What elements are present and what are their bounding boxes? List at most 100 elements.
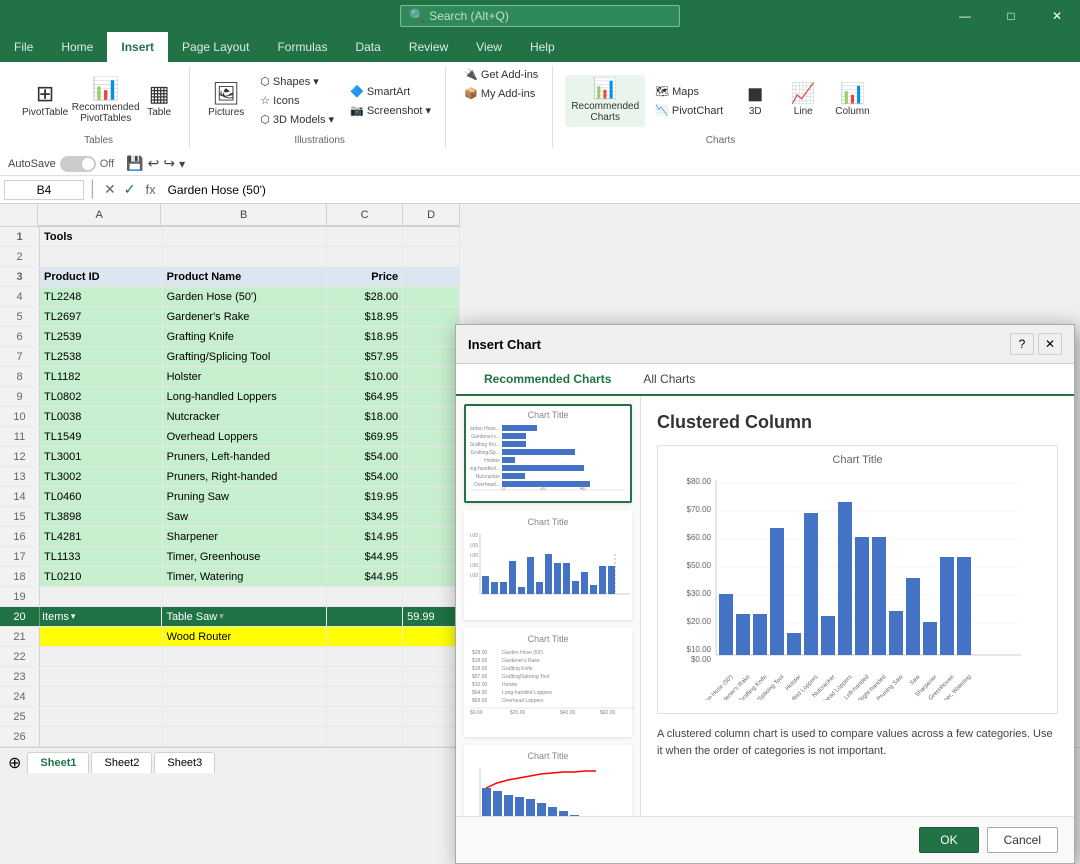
table-row[interactable]: 10TL0038Nutcracker$18.00 [0, 407, 460, 427]
dialog-help-button[interactable]: ? [1010, 333, 1034, 355]
grid-cell[interactable]: TL1549 [40, 427, 163, 446]
grid-cell[interactable]: TL0802 [40, 387, 163, 406]
get-addins-button[interactable]: 🔌 Get Add-ins [458, 66, 544, 83]
grid-cell[interactable]: Pruners, Left-handed [163, 447, 328, 466]
table-row[interactable]: 17TL1133Timer, Greenhouse$44.95 [0, 547, 460, 567]
grid-cell[interactable] [327, 227, 403, 246]
confirm-formula-icon[interactable]: ✓ [122, 181, 138, 198]
grid-cell[interactable] [163, 687, 328, 706]
grid-cell[interactable]: Sharpener [163, 527, 328, 546]
grid-cell[interactable] [327, 247, 403, 266]
grid-cell[interactable] [403, 687, 460, 706]
tab-data[interactable]: Data [341, 32, 394, 62]
chart-thumb-bar2[interactable]: Chart Title Garden Hose (50') Gardener's… [464, 628, 632, 737]
grid-cell[interactable]: TL2538 [40, 347, 163, 366]
grid-cell[interactable] [327, 707, 403, 726]
grid-cell[interactable]: Table Saw ▾ [162, 607, 327, 626]
grid-cell[interactable] [403, 347, 460, 366]
grid-cell[interactable] [403, 447, 460, 466]
grid-cell[interactable] [327, 667, 403, 686]
table-row[interactable]: 6TL2539Grafting Knife$18.95 [0, 327, 460, 347]
col-header-b[interactable]: B [161, 204, 327, 226]
grid-cell[interactable] [403, 407, 460, 426]
grid-cell[interactable] [403, 267, 460, 286]
grid-cell[interactable] [327, 627, 403, 646]
table-row[interactable]: 26 [0, 727, 460, 747]
grid-cell[interactable]: TL4281 [40, 527, 163, 546]
grid-cell[interactable]: Items ▾ [40, 607, 162, 626]
grid-cell[interactable] [327, 647, 403, 666]
table-row[interactable]: 15TL3898Saw$34.95 [0, 507, 460, 527]
search-input[interactable] [429, 9, 671, 23]
pivot-chart-button[interactable]: 📉 PivotChart [649, 102, 729, 119]
table-row[interactable]: 24 [0, 687, 460, 707]
table-row[interactable]: 3Product IDProduct NamePrice [0, 267, 460, 287]
grid-cell[interactable]: TL0460 [40, 487, 163, 506]
grid-cell[interactable]: $57.95 [327, 347, 403, 366]
grid-cell[interactable]: TL2697 [40, 307, 163, 326]
recommended-charts-button[interactable]: 📊 RecommendedCharts [565, 75, 645, 127]
col-header-d[interactable]: D [403, 204, 460, 226]
dialog-tab-all[interactable]: All Charts [627, 364, 711, 396]
grid-cell[interactable] [403, 627, 460, 646]
grid-cell[interactable] [40, 687, 163, 706]
table-row[interactable]: 9TL0802Long-handled Loppers$64.95 [0, 387, 460, 407]
tab-insert[interactable]: Insert [107, 32, 168, 62]
tab-formulas[interactable]: Formulas [263, 32, 341, 62]
grid-cell[interactable] [403, 647, 460, 666]
tab-home[interactable]: Home [47, 32, 107, 62]
tab-review[interactable]: Review [395, 32, 462, 62]
line-button[interactable]: 📈 Line [781, 80, 825, 121]
maps-button[interactable]: 🗺 Maps [649, 83, 729, 100]
sheet-tab-1[interactable]: Sheet1 [27, 752, 89, 773]
screenshot-button[interactable]: 📷 Screenshot ▾ [344, 102, 437, 119]
my-addins-button[interactable]: 📦 My Add-ins [458, 85, 541, 102]
tab-help[interactable]: Help [516, 32, 569, 62]
grid-cell[interactable] [403, 287, 460, 306]
insert-function-icon[interactable]: fx [141, 182, 159, 197]
grid-cell[interactable] [403, 307, 460, 326]
grid-cell[interactable]: Grafting Knife [163, 327, 328, 346]
grid-cell[interactable]: TL3002 [40, 467, 163, 486]
grid-cell[interactable] [163, 707, 328, 726]
grid-cell[interactable] [163, 647, 328, 666]
table-row[interactable]: 21Wood Router [0, 627, 460, 647]
grid-cell[interactable] [403, 507, 460, 526]
dialog-close-button[interactable]: ✕ [1038, 333, 1062, 355]
pivot-table-button[interactable]: ⊞ PivotTable [16, 79, 74, 122]
ok-button[interactable]: OK [919, 827, 978, 853]
grid-cell[interactable] [327, 727, 403, 746]
sheet-tab-3[interactable]: Sheet3 [154, 752, 215, 773]
redo-button[interactable]: ↪ [163, 155, 175, 172]
col-header-a[interactable]: A [38, 204, 161, 226]
chart-thumb-pareto[interactable]: Chart Title [464, 745, 632, 816]
grid-cell[interactable]: Product Name [163, 267, 328, 286]
save-button[interactable]: 💾 [126, 155, 143, 172]
3d-models-button[interactable]: ⬡ 3D Models ▾ [254, 111, 340, 128]
grid-cell[interactable]: TL2539 [40, 327, 163, 346]
grid-cell[interactable]: Saw [163, 507, 328, 526]
grid-cell[interactable] [163, 587, 328, 606]
grid-cell[interactable] [40, 707, 163, 726]
grid-cell[interactable] [40, 247, 163, 266]
grid-cell[interactable] [327, 607, 403, 626]
grid-cell[interactable]: Grafting/Splicing Tool [163, 347, 328, 366]
dialog-tab-recommended[interactable]: Recommended Charts [468, 364, 627, 396]
grid-cell[interactable] [163, 727, 328, 746]
table-row[interactable]: 11TL1549Overhead Loppers$69.95 [0, 427, 460, 447]
grid-cell[interactable]: 59.99 [403, 607, 460, 626]
grid-cell[interactable] [327, 687, 403, 706]
icons-button[interactable]: ☆ Icons [254, 92, 340, 109]
grid-cell[interactable] [40, 727, 163, 746]
tab-page-layout[interactable]: Page Layout [168, 32, 263, 62]
grid-cell[interactable] [163, 667, 328, 686]
grid-cell[interactable]: $64.95 [327, 387, 403, 406]
grid-cell[interactable] [403, 367, 460, 386]
chart-thumb-clustered-bar[interactable]: Chart Title Garden Hose... Gardener's...… [464, 404, 632, 503]
minimize-button[interactable]: — [942, 0, 988, 32]
grid-cell[interactable]: TL2248 [40, 287, 163, 306]
maximize-button[interactable]: □ [988, 0, 1034, 32]
grid-cell[interactable]: $18.95 [327, 307, 403, 326]
tab-view[interactable]: View [462, 32, 516, 62]
grid-cell[interactable]: $44.95 [327, 547, 403, 566]
